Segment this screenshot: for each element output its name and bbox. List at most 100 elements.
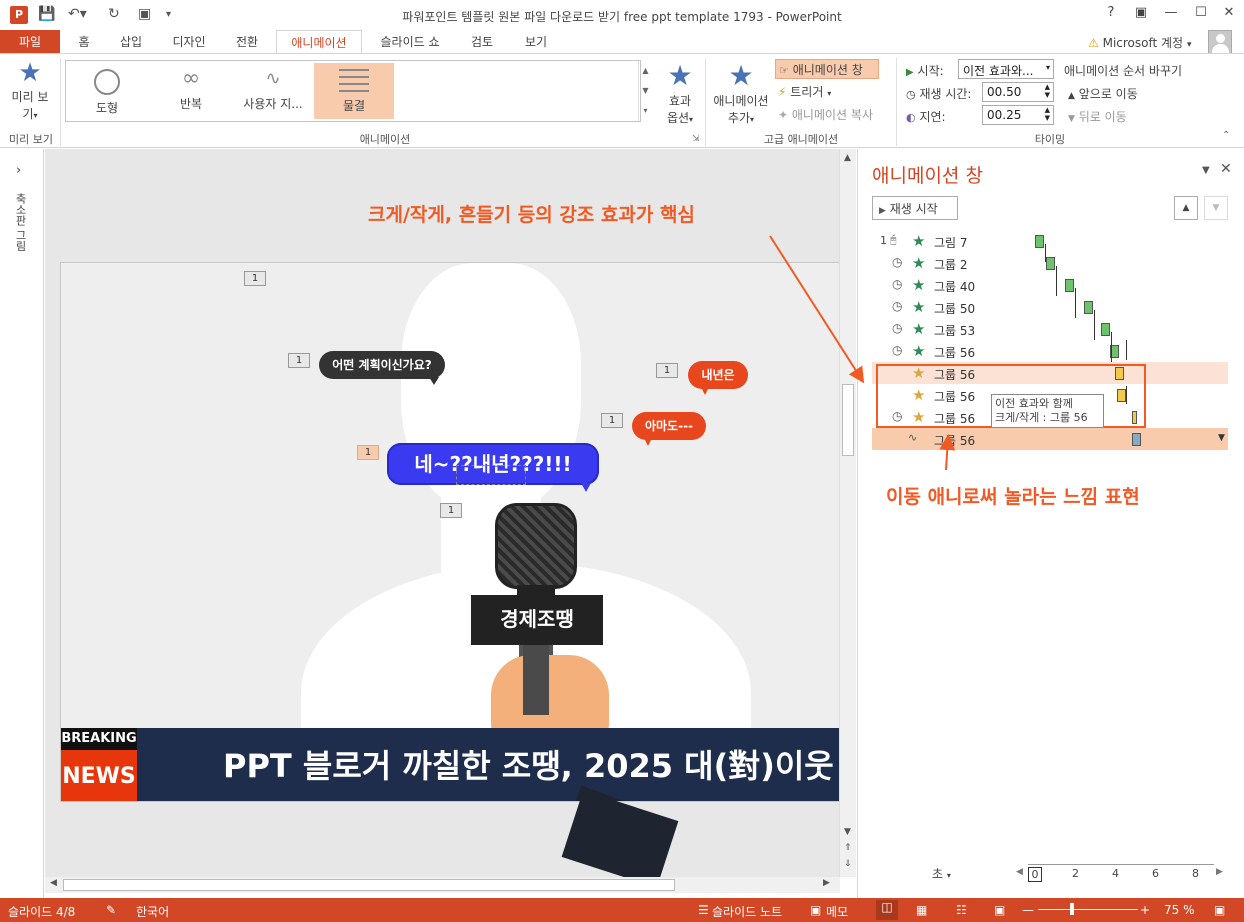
animation-tag[interactable]: 1 [357,445,379,460]
tab-file[interactable]: 파일 [0,30,60,54]
speech-bubble-question[interactable]: 어떤 계획이신가요? [319,351,445,379]
help-button[interactable]: ? [1096,5,1126,20]
notes-button[interactable]: 슬라이드 노트 [712,903,782,920]
speech-bubble-maybe[interactable]: 아마도--- [632,412,706,440]
effect-shape[interactable]: 도형 [68,63,146,119]
previous-slide-icon[interactable]: ⇑ [844,843,852,853]
list-item[interactable]: 1 🖰 ★ 그림 7 [872,230,1228,252]
move-up-button[interactable]: ▲ [1174,196,1198,220]
tab-transitions[interactable]: 전환 [226,30,268,54]
spinner-icon[interactable]: ▲ ▼ [1045,83,1050,99]
expand-thumbnails-icon[interactable]: › [16,163,21,178]
move-down-button[interactable]: ▼ [1204,196,1228,220]
language-label[interactable]: 한국어 [136,903,169,920]
close-icon[interactable]: ✕ [1214,5,1244,20]
scroll-left-icon[interactable]: ◀ [50,878,57,888]
move-later-button[interactable]: ▼ 뒤로 이동 [1068,108,1127,125]
news-ticker: PPT 블로거 까칠한 조땡, 2025 대(對)이웃 [223,747,834,785]
duration-label: 재생 시간: [919,87,972,101]
pane-options-icon[interactable]: ▼ [1202,165,1210,176]
entrance-star-icon: ★ [912,254,926,272]
tab-home[interactable]: 홈 [64,30,104,54]
scroll-right-icon[interactable]: ▶ [823,878,830,888]
vertical-scrollbar[interactable]: ▲ ▼ ⇑ ⇓ [839,149,856,877]
avatar[interactable] [1208,30,1232,54]
zoom-slider[interactable] [1038,909,1138,910]
effect-loops[interactable]: ∞ 반복 [152,63,230,119]
timeline-scroll-left-icon[interactable]: ◀ [1016,867,1023,877]
scroll-thumb[interactable] [63,879,675,891]
notes-icon[interactable]: ☰ [698,903,709,917]
gallery-scroll[interactable]: ▲ ▼ ▾ [638,61,652,121]
tab-slideshow[interactable]: 슬라이드 쇼 [370,30,450,54]
seconds-dropdown[interactable]: 초 ▾ [932,865,951,882]
preview-button[interactable]: ★ 미리 보 기▾ [4,58,56,128]
zoom-level[interactable]: 75 % [1164,903,1195,917]
zoom-out-icon[interactable]: — [1022,903,1034,917]
list-item[interactable]: ◷ ★ 그룹 56 [872,340,1228,362]
timeline-scroll-right-icon[interactable]: ▶ [1216,867,1223,877]
effect-custom[interactable]: ∿ 사용자 지... [234,63,312,119]
animation-painter-button[interactable]: ✦ 애니메이션 복사 [778,106,873,123]
slide[interactable]: 1 1 1 1 1 1 어떤 계획이신가요? 내년은 아마도--- 네~??내년… [60,262,840,802]
collapse-ribbon-icon[interactable]: ⌃ [1222,130,1230,141]
animation-tag[interactable]: 1 [440,503,462,518]
animation-tag[interactable]: 1 [288,353,310,368]
tab-design[interactable]: 디자인 [162,30,216,54]
tab-review[interactable]: 검토 [460,30,504,54]
animation-tag[interactable]: 1 [601,413,623,428]
ribbon-tabs: 파일 홈 삽입 디자인 전환 애니메이션 슬라이드 쇼 검토 보기 ⚠ Micr… [0,30,1244,54]
delay-input[interactable]: 00.25 ▲ ▼ [982,105,1054,125]
account-button[interactable]: ⚠ Microsoft 계정 ▾ [1088,34,1191,51]
list-item[interactable]: ∿ 그룹 56 ▼ [872,428,1228,450]
selection-handles[interactable] [456,465,526,485]
duration-input[interactable]: 00.50 ▲ ▼ [982,82,1054,102]
zoom-in-icon[interactable]: + [1140,903,1150,917]
next-slide-icon[interactable]: ⇓ [844,859,852,869]
maximize-icon[interactable]: ☐ [1186,5,1216,20]
timeline-scale: 0 2 4 6 8 [1028,864,1214,882]
list-item[interactable]: ◷ ★ 그룹 50 [872,296,1228,318]
zoom-slider-thumb[interactable] [1070,903,1074,915]
effect-waves[interactable]: 물결 [314,63,394,119]
scroll-down-icon[interactable]: ▼ [844,827,851,837]
spinner-icon[interactable]: ▲ ▼ [1045,106,1050,122]
fit-slide-icon[interactable]: ▣ [1214,903,1225,917]
speech-bubble-nextyear[interactable]: 내년은 [688,361,748,389]
tab-animations[interactable]: 애니메이션 [276,30,362,54]
chevron-down-icon[interactable]: ▼ [1218,433,1225,443]
slide-sorter-icon[interactable]: ▦ [916,903,927,917]
comments-button[interactable]: 메모 [826,903,848,920]
start-select[interactable]: 이전 효과와... ▾ [958,59,1054,79]
list-item[interactable]: ◷ ★ 그룹 2 [872,252,1228,274]
scroll-thumb[interactable] [842,384,854,456]
normal-view-icon[interactable]: ◫ [876,900,898,920]
spellcheck-icon[interactable]: ✎ [106,903,116,917]
effect-options-button[interactable]: ★ 효과 옵션▾ [660,60,700,128]
animation-tag[interactable]: 1 [244,271,266,286]
comments-icon[interactable]: ▣ [810,903,821,917]
horizontal-scrollbar[interactable]: ◀ ▶ [45,877,840,893]
minimize-icon[interactable]: — [1156,5,1186,20]
lightning-icon: ⚡ [778,85,787,99]
add-animation-button[interactable]: ★ 애니메이션 추가▾ [710,60,772,128]
ribbon-display-options-icon[interactable]: ▣ [1126,5,1156,20]
list-item[interactable]: ◷ ★ 그룹 53 [872,318,1228,340]
tick-label: 6 [1152,867,1159,880]
dialog-launcher-icon[interactable]: ⇲ [692,134,700,144]
chevron-down-icon: ▾ [946,871,951,880]
animation-tag[interactable]: 1 [656,363,678,378]
tab-view[interactable]: 보기 [514,30,558,54]
scroll-up-icon[interactable]: ▲ [844,153,851,163]
reading-view-icon[interactable]: ☷ [956,903,967,917]
waves-effect-icon [339,69,369,95]
list-item[interactable]: ◷ ★ 그룹 40 [872,274,1228,296]
move-earlier-button[interactable]: ▲ 앞으로 이동 [1068,85,1138,102]
tab-insert[interactable]: 삽입 [110,30,152,54]
trigger-button[interactable]: ⚡ 트리거 ▾ [778,83,831,100]
slideshow-icon[interactable]: ▣ [994,903,1005,917]
animation-pane-button[interactable]: ☞ 애니메이션 창 [775,59,879,79]
play-button[interactable]: ▶ 재생 시작 [872,196,958,220]
close-pane-icon[interactable]: ✕ [1220,161,1232,177]
thumbnails-label[interactable]: 축소판 그림 [12,193,28,252]
